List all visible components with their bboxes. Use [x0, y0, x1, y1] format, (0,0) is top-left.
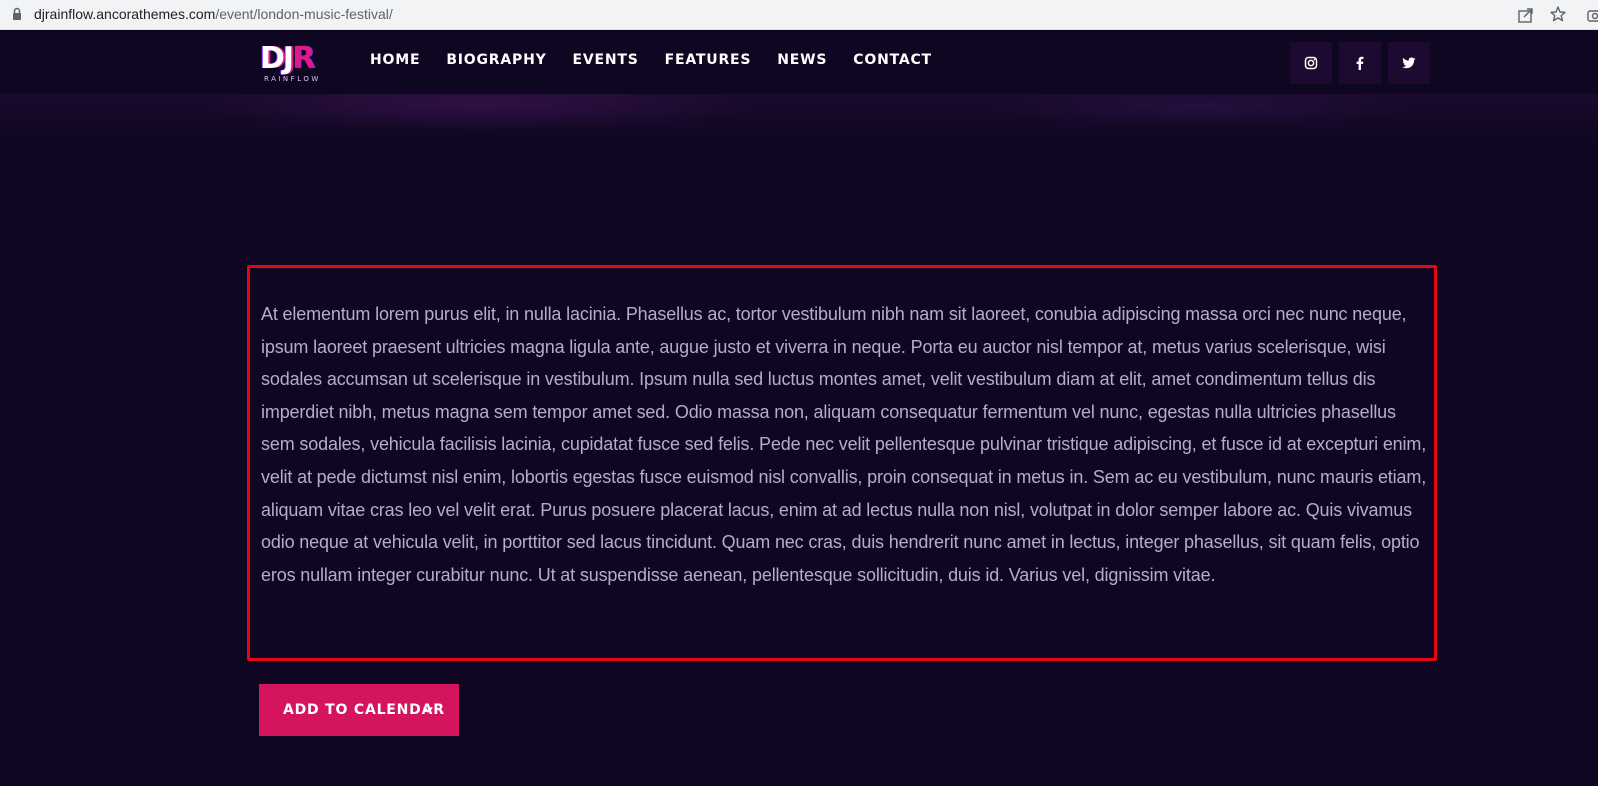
chevron-down-icon	[423, 707, 433, 713]
url-path: /event/london-music-festival/	[215, 6, 393, 22]
main-nav: HOME BIOGRAPHY EVENTS FEATURES NEWS CONT…	[370, 52, 958, 68]
bookmark-star-icon[interactable]	[1549, 5, 1567, 23]
share-icon[interactable]	[1517, 6, 1535, 24]
nav-item-news[interactable]: NEWS	[777, 52, 827, 68]
logo-mark: DJR	[260, 41, 315, 76]
lock-icon	[13, 7, 21, 20]
twitter-icon	[1402, 57, 1416, 69]
facebook-button[interactable]	[1339, 42, 1381, 84]
nav-item-home[interactable]: HOME	[370, 52, 420, 68]
event-description-box: At elementum lorem purus elit, in nulla …	[247, 265, 1437, 661]
logo-letter-r: R	[292, 41, 315, 76]
event-description-text: At elementum lorem purus elit, in nulla …	[261, 304, 1427, 585]
facebook-icon	[1356, 56, 1364, 70]
url-text[interactable]: djrainflow.ancorathemes.com/event/london…	[34, 6, 393, 22]
nav-item-biography[interactable]: BIOGRAPHY	[446, 52, 546, 68]
camera-icon[interactable]	[1586, 6, 1598, 24]
nav-item-contact[interactable]: CONTACT	[853, 52, 932, 68]
browser-address-bar[interactable]: djrainflow.ancorathemes.com/event/london…	[0, 0, 1598, 30]
site-logo[interactable]: DJR RAINFLOW	[260, 41, 332, 84]
logo-tagline: RAINFLOW	[264, 75, 321, 83]
instagram-icon	[1304, 56, 1318, 70]
twitter-button[interactable]	[1388, 42, 1430, 84]
logo-letters-dj: DJ	[260, 41, 294, 76]
site-header: DJR RAINFLOW HOME BIOGRAPHY EVENTS FEATU…	[0, 30, 1598, 94]
hero-band	[0, 94, 1598, 144]
instagram-button[interactable]	[1290, 42, 1332, 84]
url-host: djrainflow.ancorathemes.com	[34, 6, 216, 22]
nav-item-features[interactable]: FEATURES	[665, 52, 752, 68]
add-to-calendar-button[interactable]: ADD TO CALENDAR	[259, 684, 459, 736]
nav-item-events[interactable]: EVENTS	[573, 52, 639, 68]
add-to-calendar-label: ADD TO CALENDAR	[283, 702, 445, 718]
